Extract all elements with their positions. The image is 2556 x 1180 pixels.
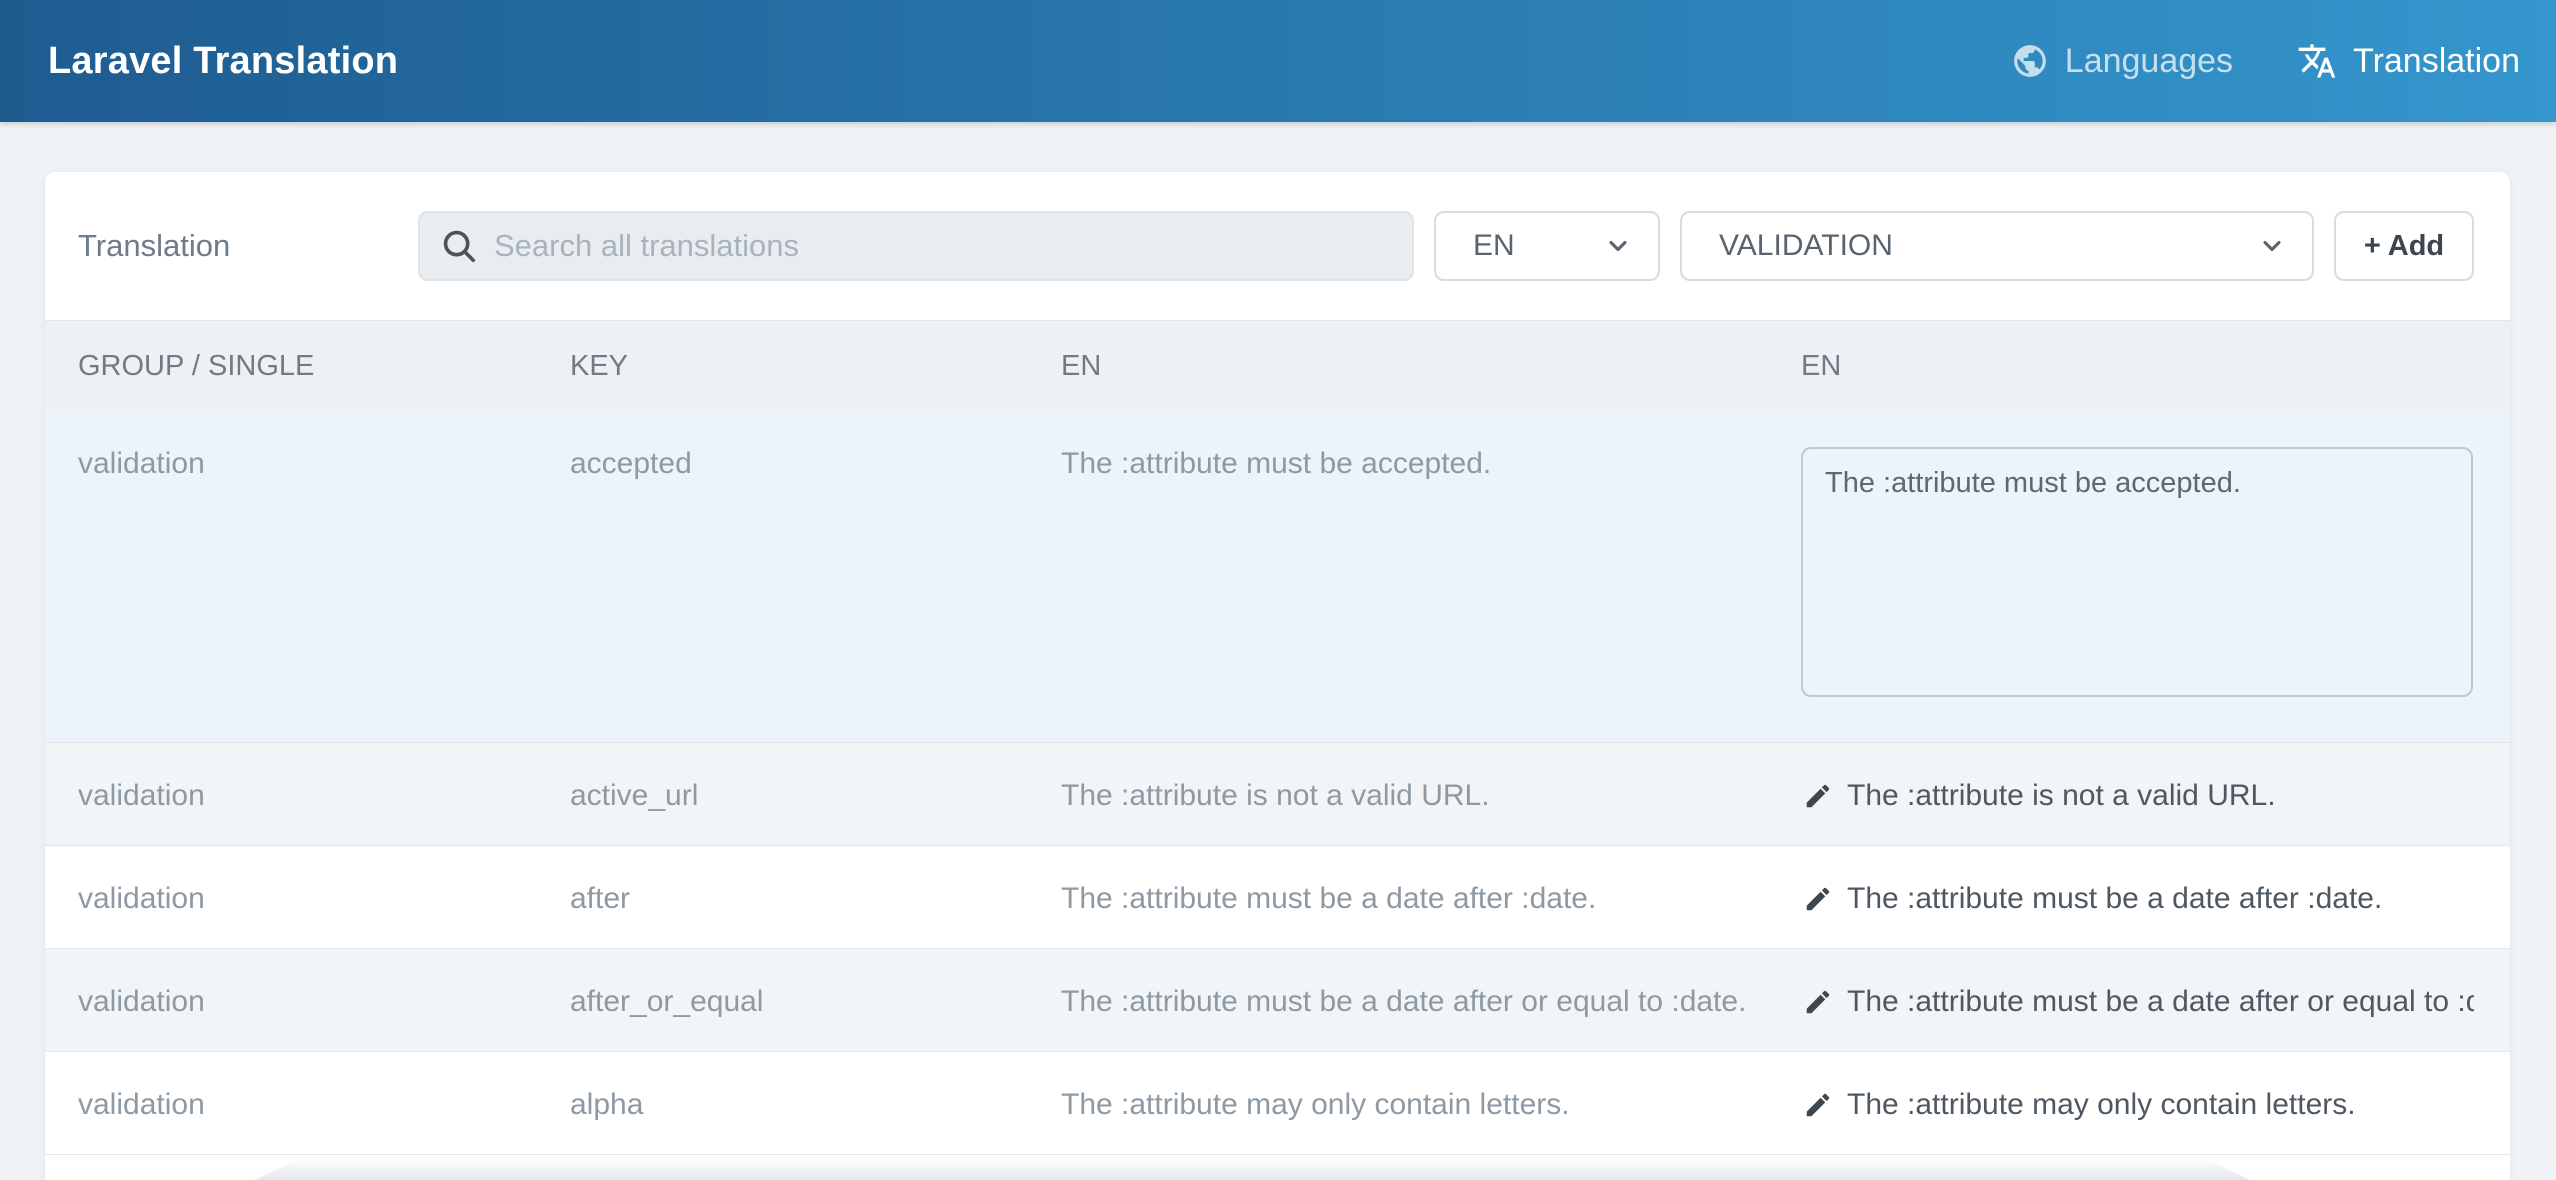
group-select-value: VALIDATION (1719, 229, 2238, 263)
chevron-down-icon (1604, 232, 1632, 260)
search-input[interactable] (494, 228, 1392, 264)
top-navbar: Laravel Translation Languages Translatio… (0, 0, 2556, 122)
column-header-target-lang: EN (1801, 350, 2474, 383)
cell-group: validation (78, 776, 570, 815)
cell-translation: The :attribute must be accepted. (1801, 444, 2474, 697)
app-title: Laravel Translation (48, 40, 398, 83)
column-header-key: KEY (570, 350, 1061, 383)
column-header-group: GROUP / SINGLE (78, 350, 570, 383)
nav-item-label: Translation (2353, 42, 2520, 81)
edit-pencil-icon[interactable] (1803, 987, 1833, 1017)
table-row[interactable]: validation accepted The :attribute must … (45, 411, 2510, 743)
cell-group: validation (78, 879, 570, 918)
edit-pencil-icon[interactable] (1803, 884, 1833, 914)
cell-translation: The :attribute may only contain letters. (1801, 1085, 2474, 1124)
table-row[interactable]: validation active_url The :attribute is … (45, 743, 2510, 846)
cell-group: validation (78, 982, 570, 1021)
cell-source: The :attribute must be a date after :dat… (1061, 879, 1801, 918)
cell-group: validation (78, 444, 570, 483)
cell-source: The :attribute may only contain letters. (1061, 1085, 1801, 1124)
translate-icon (2297, 41, 2337, 81)
nav-links: Languages Translation (2011, 41, 2520, 81)
cell-key: accepted (570, 444, 1061, 483)
toolbar: Translation EN VALIDATION + Add (45, 172, 2510, 320)
translation-text: The :attribute may only contain letters. (1847, 1085, 2356, 1124)
nav-item-label: Languages (2065, 42, 2233, 81)
translation-editor-textarea[interactable]: The :attribute must be accepted. (1801, 447, 2473, 697)
cell-source: The :attribute must be a date after or e… (1061, 982, 1801, 1021)
translation-text: The :attribute must be a date after or e… (1847, 982, 2474, 1021)
table-row[interactable]: validation after The :attribute must be … (45, 846, 2510, 949)
search-box (418, 211, 1414, 281)
table-row[interactable]: validation alpha The :attribute may only… (45, 1052, 2510, 1155)
language-select-value: EN (1473, 229, 1584, 263)
group-select[interactable]: VALIDATION (1680, 211, 2314, 281)
table-header-row: GROUP / SINGLE KEY EN EN (45, 320, 2510, 411)
translation-text: The :attribute must be a date after :dat… (1847, 879, 2382, 918)
nav-item-languages[interactable]: Languages (2011, 42, 2233, 81)
panel-title: Translation (78, 228, 418, 264)
cell-key: after_or_equal (570, 982, 1061, 1021)
cell-translation: The :attribute must be a date after :dat… (1801, 879, 2474, 918)
edit-pencil-icon[interactable] (1803, 781, 1833, 811)
globe-icon (2011, 42, 2049, 80)
cell-group: validation (78, 1085, 570, 1124)
search-icon (440, 227, 478, 265)
translation-card: Translation EN VALIDATION + Add GROUP / … (45, 172, 2510, 1180)
cell-source: The :attribute must be accepted. (1061, 444, 1801, 483)
cell-key: active_url (570, 776, 1061, 815)
cell-key: alpha (570, 1085, 1061, 1124)
column-header-source-lang: EN (1061, 350, 1801, 383)
add-button[interactable]: + Add (2334, 211, 2474, 281)
chevron-down-icon (2258, 232, 2286, 260)
language-select[interactable]: EN (1434, 211, 1660, 281)
cell-source: The :attribute is not a valid URL. (1061, 776, 1801, 815)
cell-key: after (570, 879, 1061, 918)
translation-text: The :attribute is not a valid URL. (1847, 776, 2276, 815)
edit-pencil-icon[interactable] (1803, 1090, 1833, 1120)
cell-translation: The :attribute is not a valid URL. (1801, 776, 2474, 815)
cell-translation: The :attribute must be a date after or e… (1801, 982, 2474, 1021)
table-row[interactable]: validation after_or_equal The :attribute… (45, 949, 2510, 1052)
nav-item-translation[interactable]: Translation (2297, 41, 2520, 81)
